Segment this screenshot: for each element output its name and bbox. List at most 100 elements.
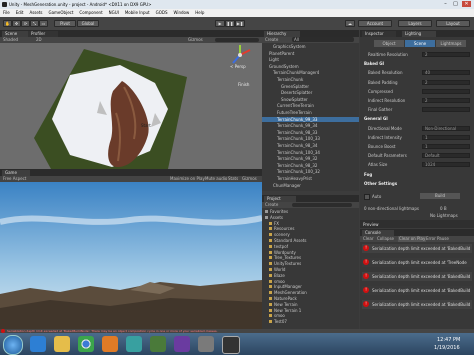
hierarchy-item[interactable]: TerrainChunk_99_32 bbox=[262, 156, 359, 161]
ie-icon[interactable] bbox=[30, 336, 46, 352]
setting-value-field[interactable]: 2 bbox=[422, 98, 470, 103]
step-button[interactable]: ▶❚ bbox=[235, 20, 245, 27]
dev-tool-icon[interactable] bbox=[150, 336, 166, 352]
hierarchy-item[interactable]: TerrainChunk_98_33 bbox=[262, 130, 359, 135]
hierarchy-item[interactable]: TerrainChunk_100_32 bbox=[262, 169, 359, 174]
setting-value-field[interactable]: 1 bbox=[422, 144, 470, 149]
cloud-icon[interactable]: ☁ bbox=[345, 20, 355, 27]
hierarchy-item[interactable]: CurrentTreeTerrain bbox=[262, 103, 359, 108]
play-button[interactable]: ▶ bbox=[215, 20, 225, 27]
project-item[interactable]: Wordpunty bbox=[262, 250, 359, 255]
scene-search-input[interactable] bbox=[215, 38, 259, 42]
layout-dropdown[interactable]: Layout bbox=[436, 20, 470, 27]
setting-value-field[interactable]: 2 bbox=[422, 79, 470, 85]
setting-value-field[interactable] bbox=[422, 88, 470, 94]
hierarchy-search-input[interactable]: All bbox=[292, 37, 354, 42]
start-button[interactable] bbox=[3, 335, 23, 355]
project-item[interactable]: New Terrain 1 bbox=[262, 308, 359, 313]
hierarchy-item[interactable]: TerrainChunk_98_32 bbox=[262, 163, 359, 168]
project-item[interactable]: Favorites bbox=[262, 209, 359, 214]
hierarchy-item[interactable]: DesertsSplatter bbox=[262, 90, 359, 95]
setting-value-field[interactable]: Default bbox=[422, 153, 470, 159]
project-search-input[interactable] bbox=[292, 203, 352, 207]
scale-tool-button[interactable]: ⤡ bbox=[30, 20, 39, 27]
menu-gods[interactable]: GODS bbox=[153, 9, 171, 15]
global-button[interactable]: Global bbox=[77, 20, 99, 27]
project-create-dropdown[interactable]: Create bbox=[265, 202, 278, 208]
console-message[interactable]: ! Serialization depth limit exceeded at '… bbox=[362, 244, 472, 253]
hierarchy-item[interactable]: TerrainChunkManager4 bbox=[262, 70, 359, 75]
hierarchy-item[interactable]: ChunManager bbox=[262, 183, 359, 188]
console-error-pause-button[interactable]: Error Pause bbox=[426, 236, 449, 242]
console-message[interactable]: ! Serialization depth limit exceeded at '… bbox=[362, 258, 472, 267]
hierarchy-item[interactable]: TerrainChunk_98_34 bbox=[262, 143, 359, 148]
hierarchy-item[interactable]: GreenSplatter bbox=[262, 84, 359, 89]
menu-ngui[interactable]: NGUI bbox=[106, 9, 122, 15]
hierarchy-item[interactable]: TerrainChunk_100_34 bbox=[262, 150, 359, 155]
setting-value-field[interactable]: 40 bbox=[422, 70, 470, 76]
hierarchy-item[interactable]: Light bbox=[262, 57, 359, 62]
folder-icon[interactable] bbox=[54, 336, 70, 352]
visual-studio-icon[interactable] bbox=[174, 336, 190, 352]
project-item[interactable]: Tree_Textures bbox=[262, 255, 359, 260]
chrome-icon[interactable] bbox=[78, 336, 94, 352]
setting-value-field[interactable]: Non-Directional bbox=[422, 125, 470, 131]
pivot-button[interactable]: Pivot bbox=[54, 20, 76, 27]
monodevelop-icon[interactable] bbox=[198, 336, 214, 352]
project-item[interactable]: Assets bbox=[262, 215, 359, 220]
menu-mobile-input[interactable]: Mobile Input bbox=[122, 9, 153, 15]
project-item[interactable]: testpof bbox=[262, 244, 359, 249]
setting-value-field[interactable]: 1 bbox=[422, 134, 470, 140]
menu-assets[interactable]: Assets bbox=[26, 9, 45, 15]
hierarchy-item[interactable]: TerrainChunk bbox=[262, 77, 359, 82]
build-button[interactable]: Build bbox=[420, 193, 460, 199]
project-item[interactable]: World bbox=[262, 267, 359, 272]
project-item[interactable]: smoo bbox=[262, 279, 359, 284]
media-player-icon[interactable] bbox=[102, 336, 118, 352]
tab-inspector[interactable]: Inspector bbox=[362, 31, 396, 37]
auto-checkbox[interactable] bbox=[364, 194, 370, 200]
hierarchy-item[interactable]: SnowSplatter bbox=[262, 97, 359, 102]
preview-label[interactable]: Preview bbox=[363, 222, 379, 227]
menu-window[interactable]: Window bbox=[170, 9, 192, 15]
project-item[interactable]: Test07 bbox=[262, 319, 359, 324]
menu-file[interactable]: File bbox=[0, 9, 13, 15]
hierarchy-item[interactable]: TerrainHeavyPrist bbox=[262, 176, 359, 181]
project-item[interactable]: NaturePack bbox=[262, 296, 359, 301]
unity-taskbar-icon[interactable] bbox=[222, 336, 240, 354]
console-clear-on-play-button[interactable]: Clear on Play bbox=[398, 236, 427, 242]
hierarchy-item[interactable]: TerrainChunk_99_33 bbox=[262, 116, 359, 122]
setting-value-field[interactable] bbox=[422, 107, 470, 113]
layers-dropdown[interactable]: Layers bbox=[398, 20, 432, 27]
minimize-button[interactable]: – bbox=[441, 1, 450, 7]
project-item[interactable]: Standard Assets bbox=[262, 238, 359, 243]
console-collapse-button[interactable]: Collapse bbox=[377, 236, 394, 242]
pause-button[interactable]: ❚❚ bbox=[225, 20, 235, 27]
project-item[interactable]: MeshGeneration bbox=[262, 290, 359, 295]
project-item[interactable]: New Terrain bbox=[262, 302, 359, 307]
hand-tool-button[interactable]: ✋ bbox=[3, 20, 12, 27]
project-item[interactable]: Blaze bbox=[262, 273, 359, 278]
hierarchy-item[interactable]: TerrainChunk_99_34 bbox=[262, 123, 359, 128]
hierarchy-item[interactable]: PlanetParent bbox=[262, 51, 359, 56]
hierarchy-create-dropdown[interactable]: Create bbox=[265, 37, 278, 43]
menu-gameobject[interactable]: GameObject bbox=[45, 9, 76, 15]
console-clear-button[interactable]: Clear bbox=[363, 236, 373, 242]
hierarchy-item[interactable]: FutureTreeTerrain bbox=[262, 110, 359, 115]
subtab-lightmaps[interactable]: Lightmaps bbox=[436, 40, 466, 47]
hierarchy-item[interactable]: GraphicsSystem bbox=[262, 44, 359, 49]
close-button[interactable]: ✕ bbox=[462, 1, 471, 7]
project-item[interactable]: FX bbox=[262, 221, 359, 226]
move-tool-button[interactable]: ✥ bbox=[12, 20, 21, 27]
tab-lighting[interactable]: Lighting bbox=[402, 31, 436, 37]
app-icon[interactable] bbox=[126, 336, 142, 352]
project-item[interactable]: smoo bbox=[262, 313, 359, 318]
project-item[interactable]: InputManager bbox=[262, 284, 359, 289]
rect-tool-button[interactable]: ▭ bbox=[39, 20, 48, 27]
rotate-tool-button[interactable]: ⟳ bbox=[21, 20, 30, 27]
scene-viewport[interactable] bbox=[0, 43, 262, 169]
menu-component[interactable]: Component bbox=[76, 9, 105, 15]
hierarchy-item[interactable]: TerrainChunk_100_33 bbox=[262, 136, 359, 141]
project-item[interactable]: UnityTextures bbox=[262, 261, 359, 266]
maximize-button[interactable]: □ bbox=[451, 1, 460, 7]
